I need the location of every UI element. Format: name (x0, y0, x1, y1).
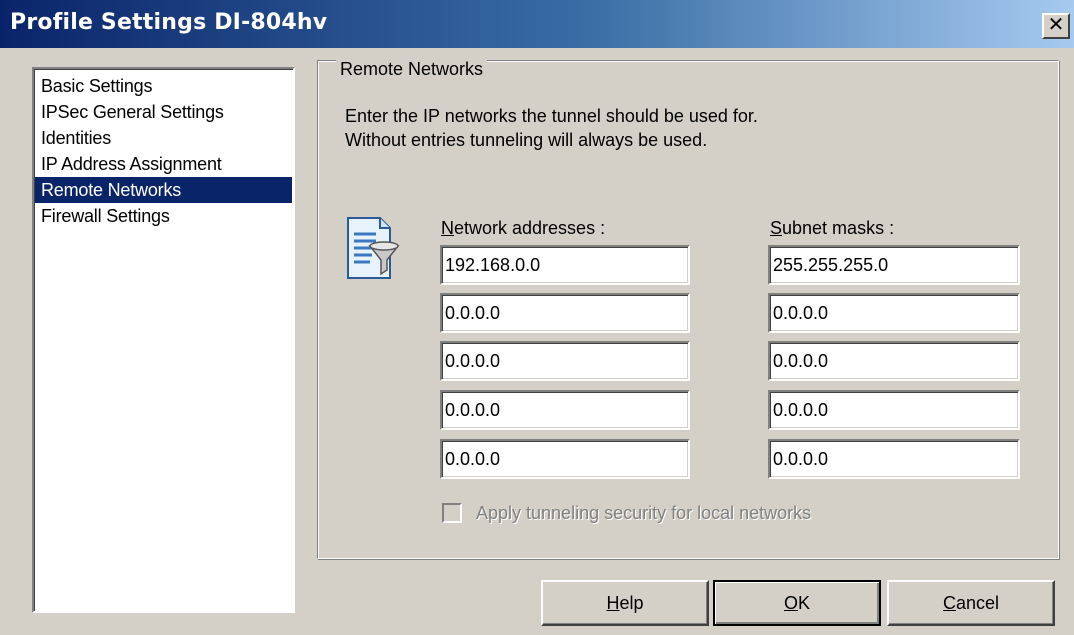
description-line-2: Without entries tunneling will always be… (345, 130, 708, 150)
title-bar: Profile Settings DI-804hv ✕ (0, 0, 1074, 48)
ok-label: K (798, 593, 811, 613)
cancel-button[interactable]: Cancel (887, 580, 1055, 626)
help-hotkey: H (606, 593, 620, 613)
ok-hotkey: O (783, 593, 798, 613)
network-address-field-3[interactable]: 0.0.0.0 (440, 341, 690, 381)
network-address-field-2[interactable]: 0.0.0.0 (440, 293, 690, 333)
network-filter-icon (347, 217, 400, 279)
subnet-mask-field-5[interactable]: 0.0.0.0 (768, 439, 1020, 479)
close-icon: ✕ (1047, 14, 1065, 36)
sidebar-item-ipsec-general-settings[interactable]: IPSec General Settings (35, 99, 292, 125)
network-address-field-4[interactable]: 0.0.0.0 (440, 390, 690, 430)
sidebar-item-identities[interactable]: Identities (35, 125, 292, 151)
network-addresses-label: Network addresses : (441, 218, 605, 239)
subnet-mask-field-2[interactable]: 0.0.0.0 (768, 293, 1020, 333)
apply-tunneling-label: Apply tunneling security for local netwo… (476, 503, 812, 523)
help-label: elp (619, 593, 644, 613)
settings-category-list[interactable]: Basic Settings IPSec General Settings Id… (32, 67, 295, 613)
subnet-mask-field-1[interactable]: 255.255.255.0 (768, 245, 1020, 285)
help-button[interactable]: Help (541, 580, 709, 626)
sidebar-item-ip-address-assignment[interactable]: IP Address Assignment (35, 151, 292, 177)
window-title: Profile Settings DI-804hv (10, 10, 328, 35)
sidebar-item-remote-networks[interactable]: Remote Networks (35, 177, 292, 203)
close-button[interactable]: ✕ (1042, 13, 1070, 39)
apply-tunneling-checkbox[interactable] (442, 503, 462, 523)
subnet-mask-field-3[interactable]: 0.0.0.0 (768, 341, 1020, 381)
network-address-field-5[interactable]: 0.0.0.0 (440, 439, 690, 479)
subnet-mask-field-4[interactable]: 0.0.0.0 (768, 390, 1020, 430)
ok-button[interactable]: OK (713, 580, 881, 626)
description-line-1: Enter the IP networks the tunnel should … (345, 106, 758, 126)
network-label-text: etwork addresses : (454, 218, 606, 238)
sidebar-item-basic-settings[interactable]: Basic Settings (35, 73, 292, 99)
subnet-label-hotkey: S (770, 218, 783, 238)
cancel-label: ancel (955, 593, 1000, 613)
group-title: Remote Networks (336, 58, 488, 80)
network-label-hotkey: N (441, 218, 454, 238)
network-address-field-1[interactable]: 192.168.0.0 (440, 245, 690, 285)
cancel-hotkey: C (942, 593, 956, 613)
sidebar-item-firewall-settings[interactable]: Firewall Settings (35, 203, 292, 229)
subnet-masks-label: Subnet masks : (770, 218, 894, 239)
subnet-label-text: ubnet masks : (782, 218, 895, 238)
